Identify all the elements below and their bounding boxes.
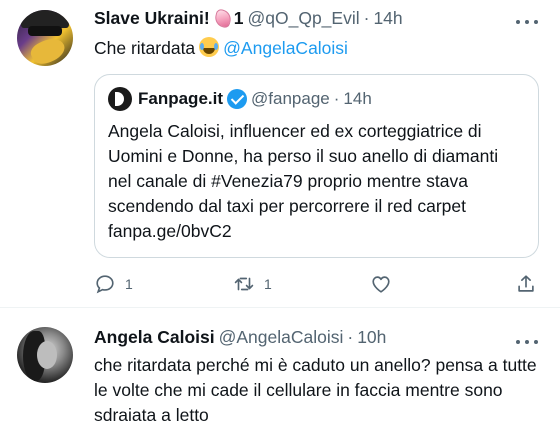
like-button[interactable] bbox=[370, 272, 401, 296]
user-handle[interactable]: @AngelaCaloisi bbox=[219, 327, 344, 348]
tweet-text: Che ritardata @AngelaCaloisi bbox=[94, 36, 348, 61]
heart-emoji-icon bbox=[212, 8, 233, 29]
face-with-tears-of-joy-icon bbox=[199, 37, 220, 57]
quoted-display-name: Fanpage.it bbox=[138, 89, 224, 108]
separator-dot: · bbox=[363, 8, 370, 28]
tweet-header: Angela Caloisi @AngelaCaloisi · 10h bbox=[94, 327, 386, 348]
quoted-timestamp: 14h bbox=[343, 89, 372, 108]
tweet-text: che ritardata perché mi è caduto un anel… bbox=[94, 355, 537, 425]
share-button[interactable] bbox=[515, 272, 537, 296]
more-icon[interactable] bbox=[516, 13, 538, 31]
share-icon bbox=[518, 275, 534, 292]
verified-icon bbox=[227, 89, 248, 109]
retweet-count: 1 bbox=[264, 276, 272, 292]
name-badge: 1 bbox=[233, 8, 244, 28]
quoted-tweet-header: Fanpage.it @fanpage · 14h bbox=[108, 87, 372, 111]
retweet-icon bbox=[234, 277, 254, 291]
avatar[interactable] bbox=[17, 10, 73, 66]
reply-button[interactable]: 1 bbox=[94, 272, 133, 296]
timestamp[interactable]: 10h bbox=[357, 327, 386, 348]
avatar-glasses bbox=[28, 26, 62, 36]
tweet-slave-ukraini[interactable]: Slave Ukraini! 1 @qO_Qp_Evil · 14h Che r… bbox=[0, 0, 560, 308]
timestamp[interactable]: 14h bbox=[373, 8, 402, 29]
reply-count: 1 bbox=[125, 276, 133, 292]
fanpage-logo-icon bbox=[108, 87, 132, 111]
avatar-face bbox=[37, 341, 57, 369]
separator-dot: · bbox=[347, 327, 354, 347]
display-name[interactable]: Slave Ukraini! bbox=[94, 8, 210, 29]
tweet-actions: 1 1 bbox=[94, 272, 539, 296]
user-handle[interactable]: @qO_Qp_Evil bbox=[247, 8, 359, 29]
display-name[interactable]: Angela Caloisi bbox=[94, 327, 215, 348]
mention-link[interactable]: @AngelaCaloisi bbox=[223, 38, 348, 58]
tweet-header: Slave Ukraini! 1 @qO_Qp_Evil · 14h bbox=[94, 8, 403, 29]
tweet-text-content: Che ritardata bbox=[94, 38, 196, 58]
quoted-tweet[interactable]: Fanpage.it @fanpage · 14h Angela Caloisi… bbox=[94, 74, 539, 258]
separator-dot: · bbox=[333, 89, 340, 108]
reply-icon bbox=[96, 275, 114, 294]
avatar-saxophone bbox=[27, 33, 69, 66]
more-icon[interactable] bbox=[516, 333, 538, 351]
quoted-handle: @fanpage bbox=[251, 89, 330, 108]
avatar[interactable] bbox=[17, 327, 73, 383]
retweet-button[interactable]: 1 bbox=[233, 272, 272, 296]
like-icon bbox=[372, 276, 390, 293]
quoted-tweet-text: Angela Caloisi, influencer ed ex cortegg… bbox=[108, 121, 499, 241]
